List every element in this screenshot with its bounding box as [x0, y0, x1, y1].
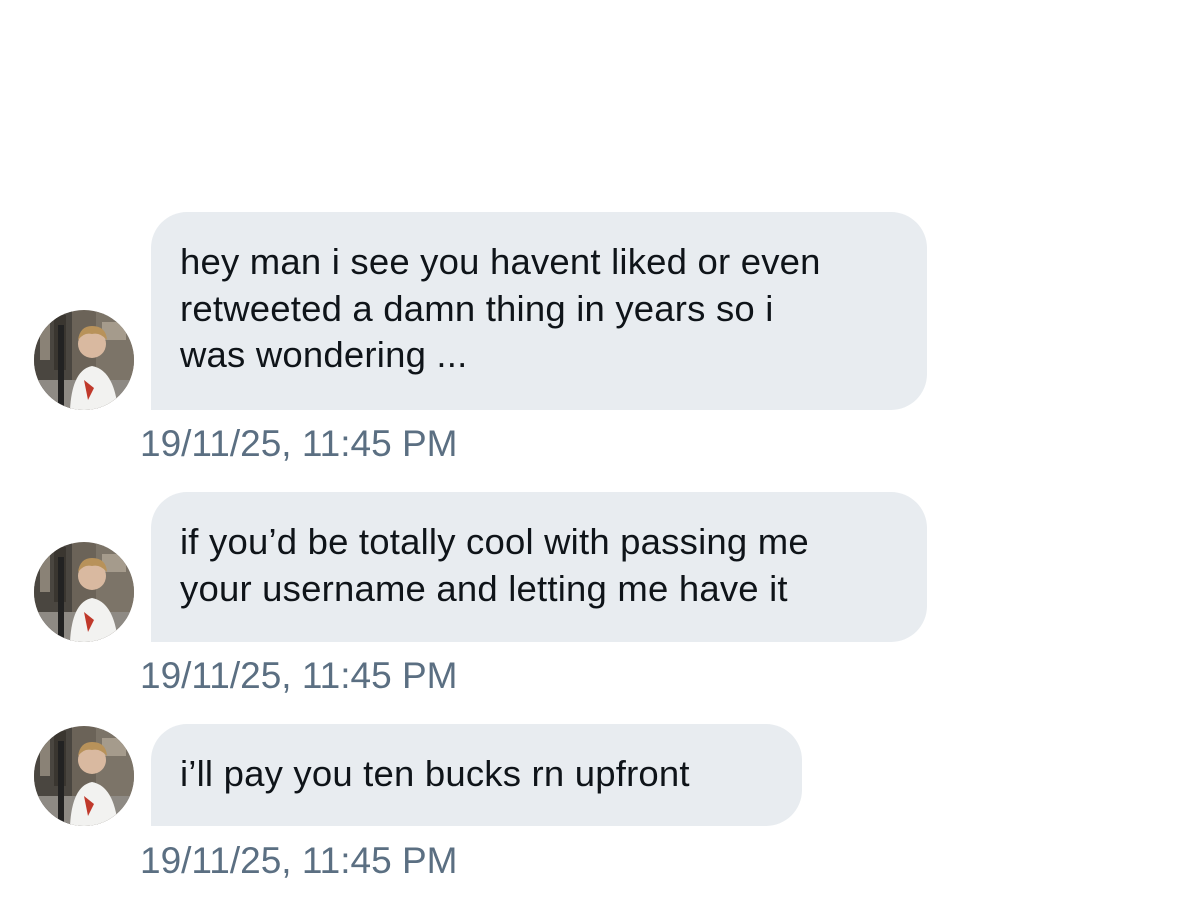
message-timestamp: 19/11/25, 11:45 PM: [140, 655, 458, 696]
message-text-line: your username and letting me have it: [180, 567, 788, 609]
message-text-line: retweeted a damn thing in years so i: [180, 287, 774, 329]
avatar[interactable]: [34, 726, 134, 826]
message-text-line: was wondering ...: [180, 334, 468, 375]
message-text-line: if you’d be totally cool with passing me: [180, 521, 809, 562]
user-photo-avatar-icon: [34, 542, 134, 642]
message-timestamp: 19/11/25, 11:45 PM: [140, 840, 458, 881]
message-text-line: hey man i see you havent liked or even: [180, 241, 821, 282]
message-bubble[interactable]: i’ll pay you ten bucks rn upfront: [151, 724, 802, 826]
message-timestamp: 19/11/25, 11:45 PM: [140, 423, 458, 464]
avatar[interactable]: [34, 310, 134, 410]
message-bubble[interactable]: if you’d be totally cool with passing me…: [151, 492, 927, 642]
avatar[interactable]: [34, 542, 134, 642]
message-text-line: i’ll pay you ten bucks rn upfront: [180, 753, 690, 794]
message-bubble[interactable]: hey man i see you havent liked or even r…: [151, 212, 927, 410]
user-photo-avatar-icon: [34, 726, 134, 826]
user-photo-avatar-icon: [34, 310, 134, 410]
